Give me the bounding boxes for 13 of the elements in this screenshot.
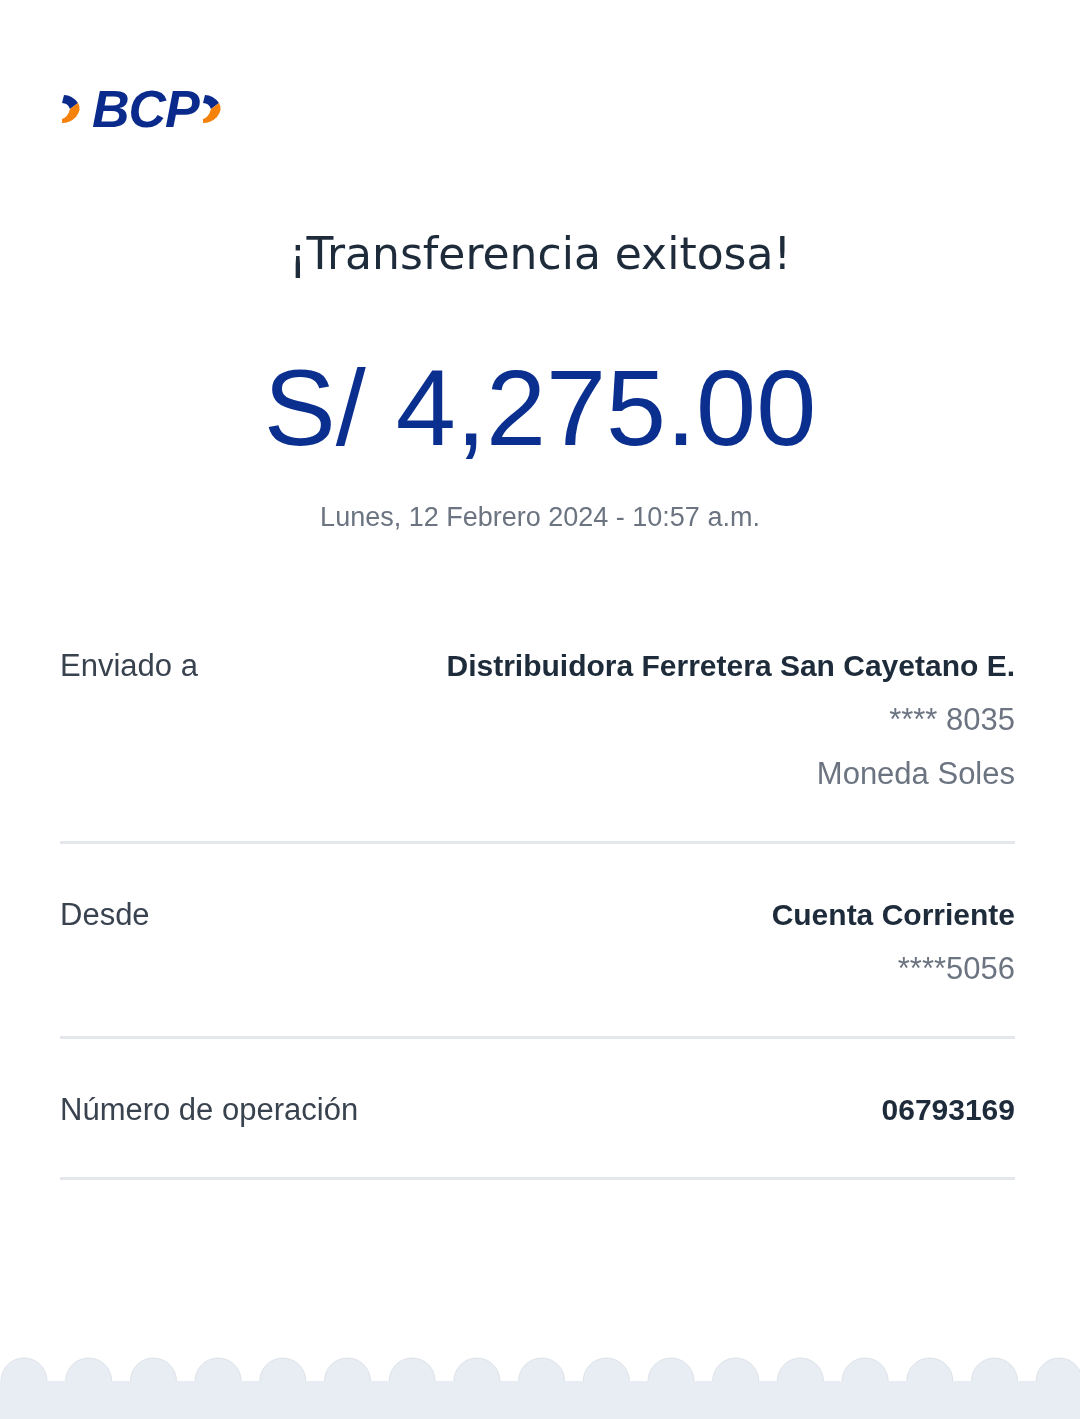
detail-value: Moneda Soles: [816, 754, 1015, 793]
detail-value: ****5056: [897, 949, 1015, 988]
detail-label: Número de operación: [60, 1090, 359, 1129]
detail-value: Distribuidora Ferretera San Cayetano E.: [446, 647, 1015, 684]
detail-label: Desde: [60, 895, 150, 934]
amount: S/ 4,275.00: [263, 349, 817, 468]
detail-label: Enviado a: [60, 646, 198, 685]
detail-value: **** 8035: [889, 700, 1015, 739]
date-time: Lunes, 12 Febrero 2024 - 10:57 a.m.: [320, 501, 760, 533]
success-title: ¡Transferencia exitosa!: [288, 228, 792, 279]
detail-value: Cuenta Corriente: [771, 896, 1015, 933]
detail-value: 06793169: [881, 1091, 1015, 1128]
bank-logo: BCP: [92, 84, 199, 134]
